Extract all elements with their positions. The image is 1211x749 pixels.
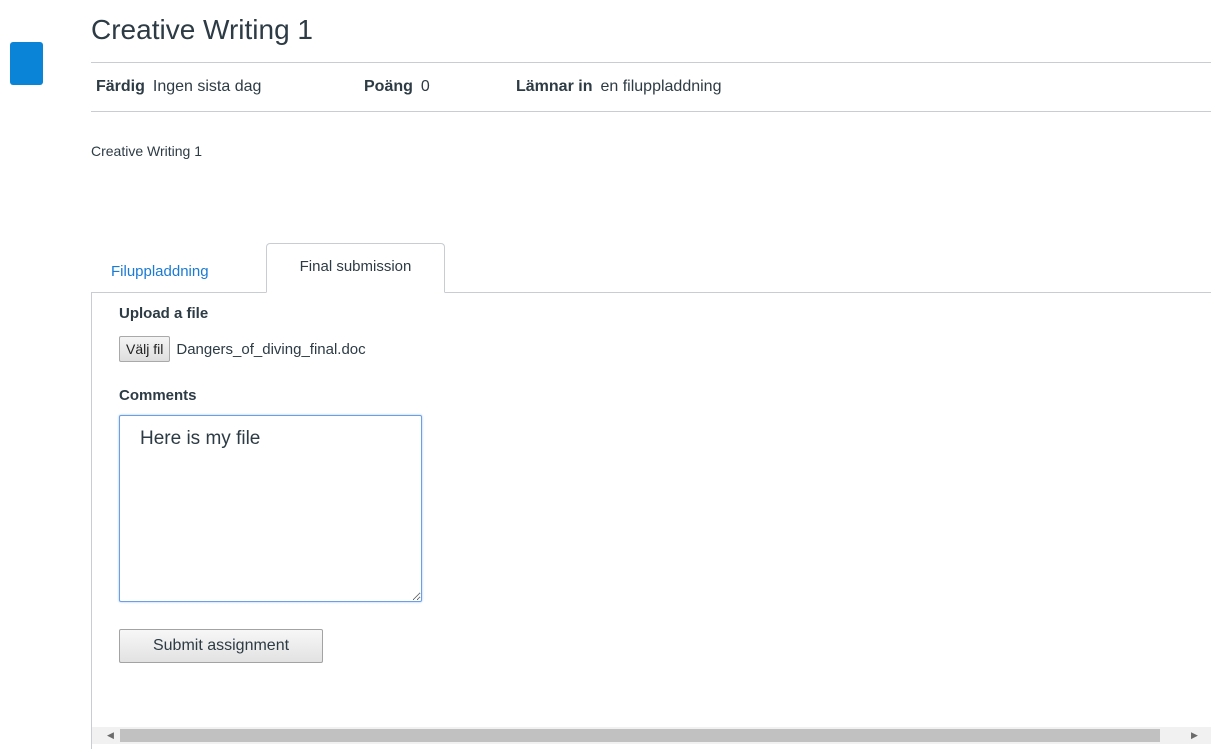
scrollbar-thumb[interactable] — [120, 729, 1160, 742]
detail-done: Färdig Ingen sista dag — [91, 78, 359, 96]
detail-points: Poäng 0 — [359, 78, 511, 96]
assignment-description: Creative Writing 1 — [91, 143, 203, 159]
file-chooser-row: Välj fil Dangers_of_diving_final.doc — [119, 336, 366, 362]
scroll-left-arrow-icon[interactable]: ◀ — [102, 727, 119, 744]
detail-done-label: Färdig — [96, 78, 145, 95]
upload-file-label: Upload a file — [119, 305, 209, 322]
detail-done-value: Ingen sista dag — [152, 78, 262, 95]
submission-panel: Upload a file Välj fil Dangers_of_diving… — [91, 292, 1211, 749]
sidebar-marker[interactable] — [10, 42, 43, 85]
scroll-right-arrow-icon[interactable]: ▶ — [1186, 727, 1203, 744]
detail-submitting-label: Lämnar in — [516, 78, 593, 95]
submission-tabs: Filuppladdning Final submission — [91, 243, 445, 293]
comments-label: Comments — [119, 387, 197, 404]
chosen-file-name: Dangers_of_diving_final.doc — [176, 340, 366, 358]
choose-file-button[interactable]: Välj fil — [119, 336, 171, 362]
horizontal-scrollbar[interactable]: ◀ ▶ — [92, 727, 1211, 744]
tab-file-upload[interactable]: Filuppladdning — [91, 243, 266, 293]
submit-assignment-button[interactable]: Submit assignment — [119, 629, 323, 663]
comments-textarea[interactable] — [119, 415, 422, 602]
detail-points-label: Poäng — [364, 78, 413, 95]
detail-submitting-value: en filuppladdning — [600, 78, 722, 95]
page-title: Creative Writing 1 — [91, 14, 314, 45]
detail-submitting: Lämnar in en filuppladdning — [511, 78, 721, 96]
assignment-details-bar: Färdig Ingen sista dag Poäng 0 Lämnar in… — [91, 62, 1211, 112]
detail-points-value: 0 — [420, 78, 430, 95]
tab-final-submission[interactable]: Final submission — [266, 243, 445, 293]
